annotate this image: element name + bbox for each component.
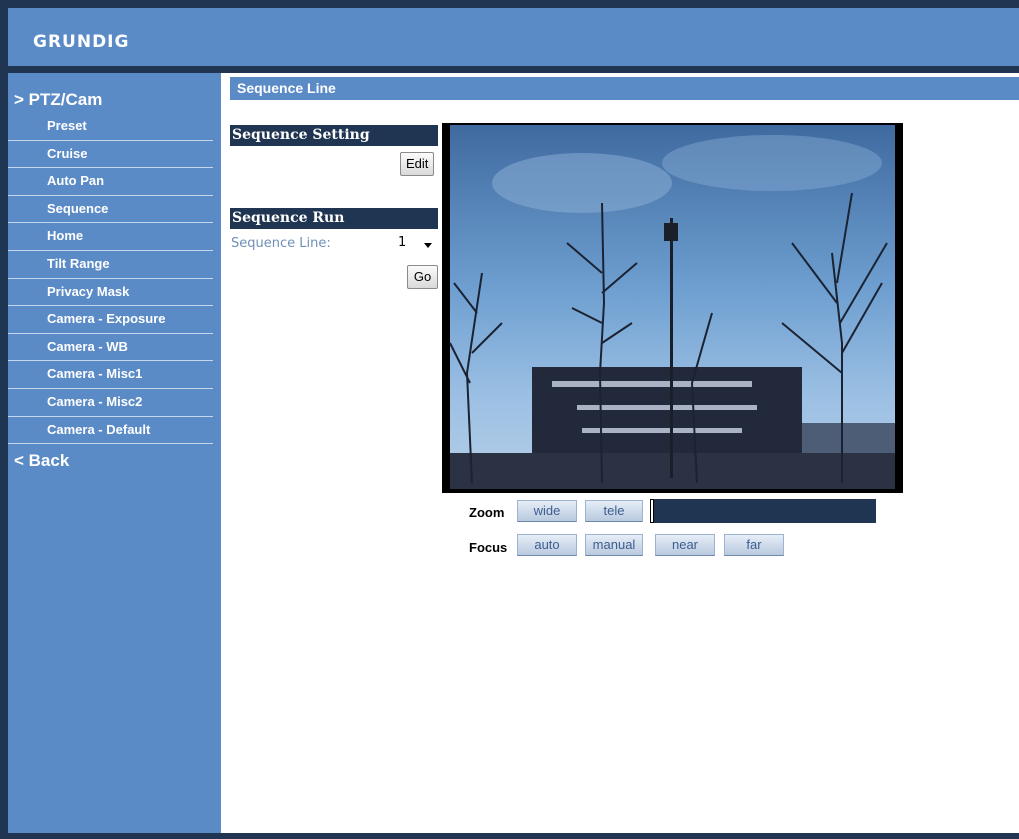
back-link[interactable]: < Back — [14, 451, 69, 471]
sequence-line-select[interactable]: 1 — [398, 235, 438, 255]
camera-video-feed[interactable] — [442, 123, 903, 493]
sidebar-item-camera-default[interactable]: Camera - Default — [8, 417, 213, 445]
sidebar-item-tilt-range[interactable]: Tilt Range — [8, 251, 213, 279]
page-title: Sequence Line — [230, 77, 1019, 100]
focus-far-button[interactable]: far — [724, 534, 784, 556]
sequence-line-value: 1 — [398, 235, 407, 250]
focus-near-button[interactable]: near — [655, 534, 715, 556]
sidebar-nav: Preset Cruise Auto Pan Sequence Home Til… — [8, 113, 213, 445]
sequence-line-label: Sequence Line: — [231, 236, 331, 251]
sidebar-item-camera-wb[interactable]: Camera - WB — [8, 334, 213, 362]
sidebar-item-privacy-mask[interactable]: Privacy Mask — [8, 279, 213, 307]
sidebar-item-camera-misc1[interactable]: Camera - Misc1 — [8, 361, 213, 389]
sequence-run-header: Sequence Run — [230, 208, 438, 229]
focus-label: Focus — [469, 540, 508, 555]
sidebar-item-home[interactable]: Home — [8, 223, 213, 251]
sidebar-item-cruise[interactable]: Cruise — [8, 141, 213, 169]
sequence-setting-header: Sequence Setting — [230, 125, 438, 146]
sidebar-section-title[interactable]: > PTZ/Cam — [14, 90, 102, 110]
sidebar-item-preset[interactable]: Preset — [8, 113, 213, 141]
edit-button[interactable]: Edit — [400, 152, 435, 176]
zoom-level-bar[interactable] — [650, 499, 876, 523]
brand-logo: GRUNDIG — [33, 32, 130, 52]
sidebar-item-camera-misc2[interactable]: Camera - Misc2 — [8, 389, 213, 417]
chevron-down-icon — [424, 243, 432, 248]
sidebar-item-auto-pan[interactable]: Auto Pan — [8, 168, 213, 196]
video-frame-image — [449, 125, 895, 489]
focus-manual-button[interactable]: manual — [585, 534, 643, 556]
focus-auto-button[interactable]: auto — [517, 534, 577, 556]
header-bar: GRUNDIG — [8, 8, 1019, 66]
go-button[interactable]: Go — [407, 265, 438, 289]
zoom-label: Zoom — [469, 505, 505, 520]
zoom-level-indicator[interactable] — [650, 499, 654, 523]
sidebar-item-camera-exposure[interactable]: Camera - Exposure — [8, 306, 213, 334]
zoom-wide-button[interactable]: wide — [517, 500, 577, 522]
zoom-tele-button[interactable]: tele — [585, 500, 643, 522]
sidebar-item-sequence[interactable]: Sequence — [8, 196, 213, 224]
